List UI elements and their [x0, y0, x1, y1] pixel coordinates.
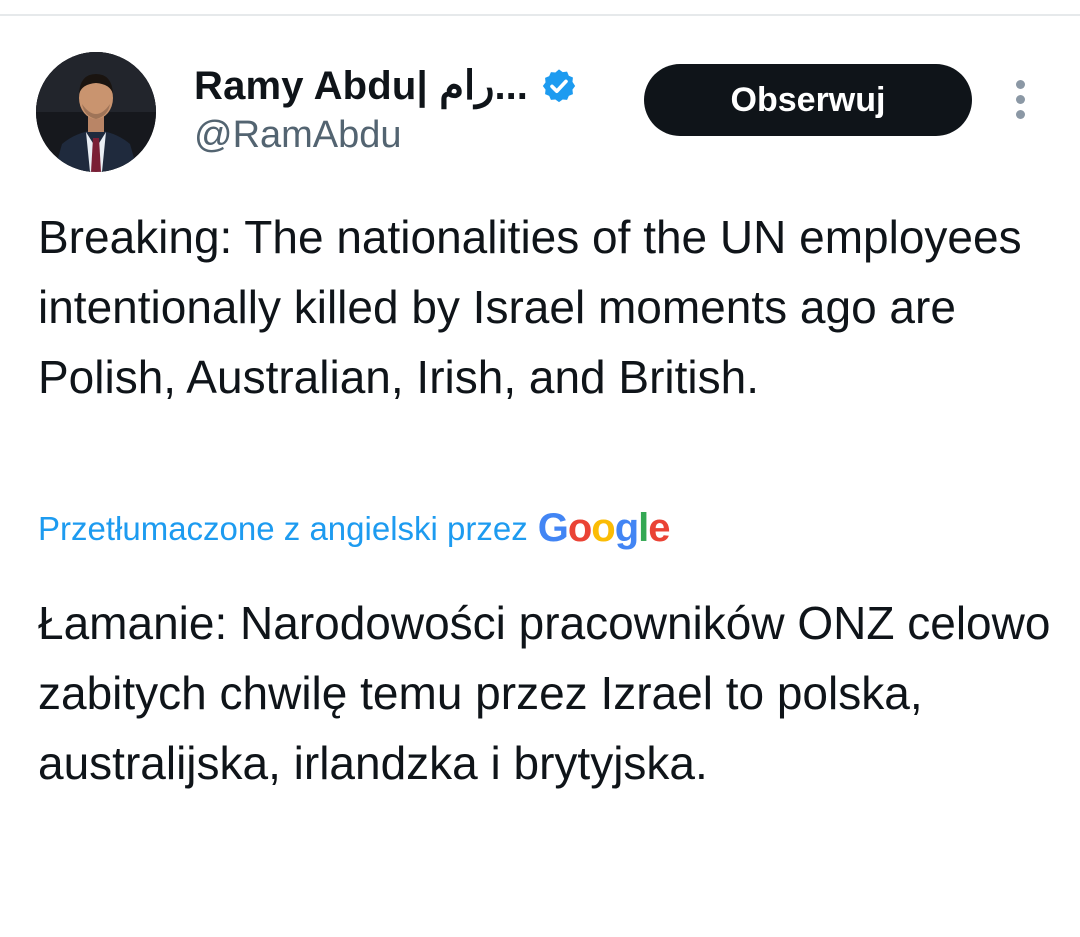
dot [1015, 110, 1025, 119]
translated-text: Łamanie: Narodowości pracowników ONZ cel… [38, 597, 1051, 789]
top-divider [0, 14, 1080, 16]
avatar-photo [36, 52, 156, 172]
avatar[interactable] [36, 52, 156, 172]
more-vertical-icon[interactable] [1008, 80, 1032, 124]
dot [1015, 80, 1025, 89]
follow-button[interactable]: Obserwuj [644, 64, 972, 136]
translated-by-link[interactable]: Przetłumaczone z angielski przez [38, 510, 528, 548]
translation-attribution: Przetłumaczone z angielski przez Google [38, 506, 671, 551]
google-logo: Google [537, 506, 671, 550]
author-handle[interactable]: @RamAbdu [194, 114, 402, 157]
dot [1015, 95, 1025, 104]
author-display-name[interactable]: Ramy Abdu| رام... [194, 63, 528, 109]
tweet-text: Breaking: The nationalities of the UN em… [38, 211, 1022, 403]
author-name-row: Ramy Abdu| رام... [194, 62, 578, 110]
verified-badge-icon[interactable] [540, 67, 578, 105]
